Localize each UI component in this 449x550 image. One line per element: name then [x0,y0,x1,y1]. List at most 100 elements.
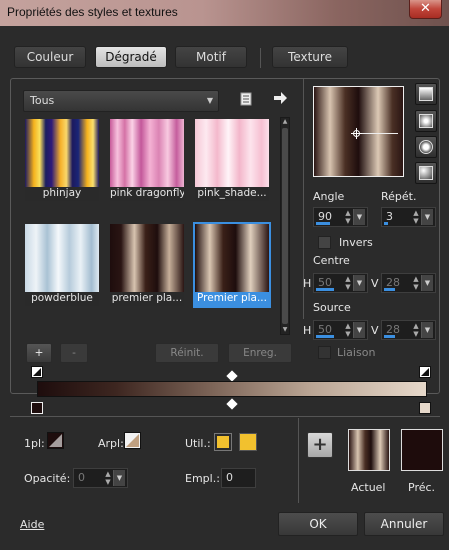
link-checkbox[interactable] [318,346,331,359]
gradient-name: Premier pla... [195,292,269,306]
radial-icon [419,166,433,180]
center-h-label: H [303,277,312,290]
tab-texture[interactable]: Texture [272,46,348,68]
color-stop-start[interactable] [31,402,43,414]
invert-checkbox[interactable] [318,236,331,249]
spin-arrows-icon[interactable]: ▲ ▼ [411,322,421,338]
foreground-stop-swatch[interactable] [47,432,64,449]
spin-arrows-icon[interactable]: ▲ ▼ [343,275,353,291]
opacity-stop-start[interactable] [31,366,43,378]
add-swatch-button[interactable]: + [307,432,333,458]
gradient-thumb-phinjay[interactable]: phinjay [23,117,101,203]
source-v-spinner[interactable]: 28 ▲ ▼ ▼ [381,320,436,340]
current-preview[interactable] [348,429,390,471]
window-title: Propriétés des styles et textures [7,5,178,19]
section-divider [10,416,440,417]
tab-degrade[interactable]: Dégradé [95,46,167,68]
arrow-right-icon[interactable] [272,90,288,106]
reset-button[interactable]: Réinit. [155,343,219,363]
help-link[interactable]: Aide [20,518,44,531]
scroll-up-icon[interactable]: ▲ [280,118,290,126]
spin-arrows-icon[interactable]: ▲ ▼ [343,322,353,338]
source-h-spinner[interactable]: 50 ▲ ▼ ▼ [313,320,368,340]
gradient-preview[interactable] [313,86,404,177]
opacity-spinner[interactable]: 0 ▲ ▼ ▼ [73,468,128,488]
gradient-swatch [25,119,99,187]
invert-label: Invers [339,236,373,249]
gradient-thumb-premier-plan-2[interactable]: Premier pla... [193,222,271,308]
sunburst-gradient-type-button[interactable] [415,136,437,158]
category-select[interactable]: Tous ▼ [23,90,219,112]
chevron-down-icon[interactable]: ▼ [353,322,365,338]
location-field[interactable]: 0 [221,468,256,488]
crosshair-icon[interactable] [351,128,362,139]
spin-arrows-icon[interactable]: ▲ ▼ [411,275,421,291]
gradient-thumb-pink-shade[interactable]: pink_shade... [193,117,271,203]
rectangular-icon [419,114,433,128]
scrollbar-thumb[interactable] [282,128,288,324]
repeat-label: Répét. [381,190,417,203]
spin-arrows-icon[interactable]: ▲ ▼ [343,209,353,225]
remove-gradient-button[interactable]: - [60,343,88,363]
source-h-label: H [303,324,312,337]
gradient-name: premier pla... [110,292,184,306]
gradient-swatch [195,224,269,292]
linear-icon [419,87,433,101]
center-h-spinner[interactable]: 50 ▲ ▼ ▼ [313,273,368,293]
spin-arrows-icon[interactable]: ▲ ▼ [103,470,113,486]
repeat-spinner[interactable]: 3 ▲ ▼ ▼ [381,207,436,227]
center-v-label: V [371,277,379,290]
add-gradient-button[interactable]: + [26,343,52,363]
background-label: Arpl: [98,437,124,450]
angle-spinner[interactable]: 90 ▲ ▼ ▼ [313,207,368,227]
source-label: Source [313,301,351,314]
chevron-down-icon[interactable]: ▼ [353,275,365,291]
previous-label: Préc. [408,481,436,494]
rectangular-gradient-type-button[interactable] [415,110,437,132]
title-bar: Propriétés des styles et textures ✕ [0,0,449,26]
chevron-down-icon[interactable]: ▼ [421,322,433,338]
chevron-down-icon[interactable]: ▼ [421,275,433,291]
close-button[interactable]: ✕ [409,0,442,19]
radial-gradient-type-button[interactable] [415,162,437,184]
foreground-label: 1pl: [24,437,45,450]
document-icon[interactable] [239,92,253,106]
link-label: Liaison [337,346,376,359]
tab-motif[interactable]: Motif [175,46,247,68]
repeat-level-bar [384,222,388,225]
ok-button[interactable]: OK [278,512,358,536]
gradient-swatch [195,119,269,187]
gradient-thumb-premier-plan-1[interactable]: premier pla... [108,222,186,308]
gradient-thumb-powderblue[interactable]: powderblue [23,222,101,308]
color-stop-end[interactable] [419,402,431,414]
save-button[interactable]: Enreg. [228,343,292,363]
user-color-label: Util.: [185,437,211,450]
angle-level-bar [316,222,330,225]
previous-preview[interactable] [401,429,443,471]
background-stop-swatch[interactable] [124,432,141,449]
angle-label: Angle [313,190,345,203]
category-select-value: Tous [30,94,55,107]
center-label: Centre [313,254,350,267]
center-v-spinner[interactable]: 28 ▲ ▼ ▼ [381,273,436,293]
user-color-swatch[interactable] [239,433,257,451]
gradient-swatch [110,119,184,187]
source-v-level-bar [384,335,395,338]
linear-gradient-type-button[interactable] [415,83,437,105]
chevron-down-icon[interactable]: ▼ [421,209,433,225]
scroll-down-icon[interactable]: ▼ [280,326,290,334]
tab-couleur[interactable]: Couleur [14,46,86,68]
opacity-stop-end[interactable] [419,366,431,378]
cancel-button[interactable]: Annuler [364,512,444,536]
user-color-radio[interactable] [214,433,232,451]
gradient-thumb-pink-dragonfly[interactable]: pink dragonfly [108,117,186,203]
gradient-editor-bar[interactable] [37,381,427,397]
spin-arrows-icon[interactable]: ▲ ▼ [411,209,421,225]
chevron-down-icon[interactable]: ▼ [353,209,365,225]
gradient-swatch [25,224,99,292]
chevron-down-icon[interactable]: ▼ [113,470,125,486]
thumbnail-scrollbar[interactable]: ▲ ▼ [280,117,290,335]
current-label: Actuel [351,481,386,494]
sunburst-icon [419,140,433,154]
source-v-label: V [371,324,379,337]
